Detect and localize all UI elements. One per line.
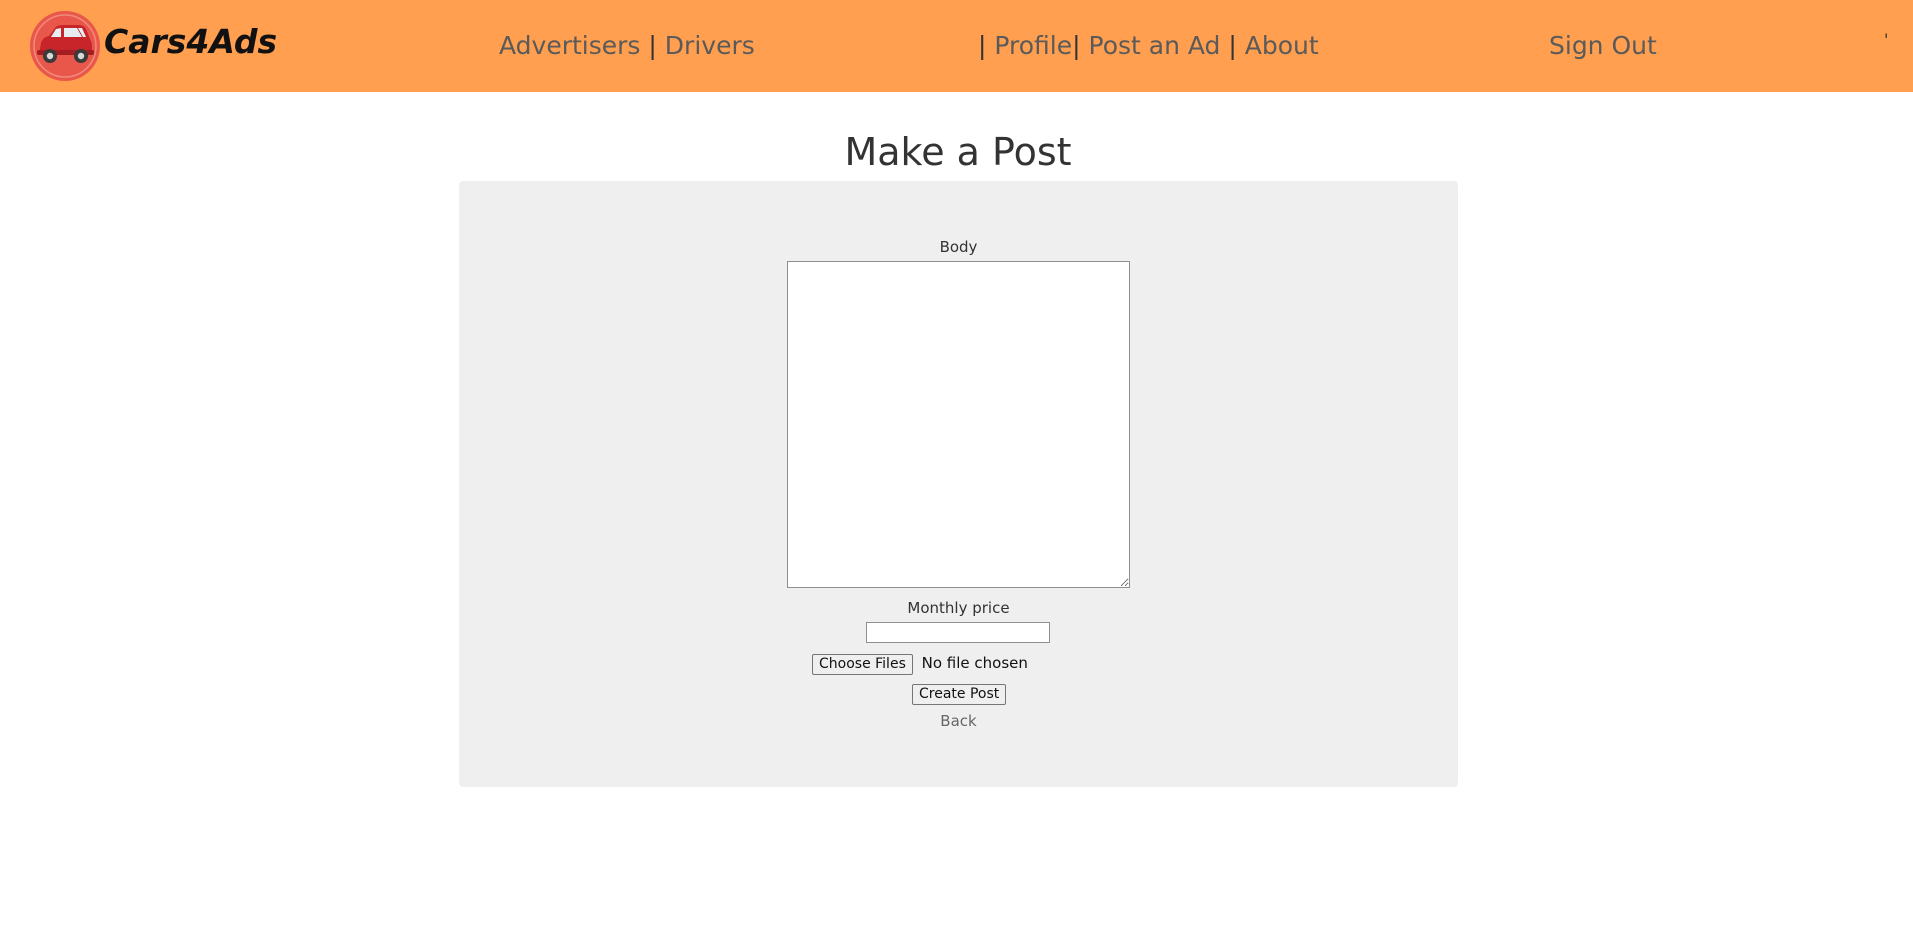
file-upload: Choose Files No file chosen	[812, 654, 1028, 676]
nav-group-account: Sign Out	[1549, 30, 1657, 62]
nav-link-post-an-ad[interactable]: Post an Ad	[1089, 31, 1221, 60]
nav-group-main: | Profile| Post an Ad | About	[978, 30, 1319, 62]
choose-files-button[interactable]: Choose Files	[812, 654, 913, 675]
top-navbar: Cars4Ads Advertisers | Drivers | Profile…	[0, 0, 1913, 92]
nav-link-about[interactable]: About	[1245, 31, 1319, 60]
nav-separator: |	[1072, 31, 1081, 60]
nav-group-roles: Advertisers | Drivers	[499, 30, 755, 62]
create-post-button[interactable]: Create Post	[912, 684, 1007, 705]
file-status-text: No file chosen	[921, 654, 1028, 672]
nav-separator: |	[978, 31, 987, 60]
red-car-logo-icon[interactable]	[29, 10, 101, 82]
nav-separator: |	[648, 31, 657, 60]
monthly-price-label: Monthly price	[907, 599, 1010, 617]
back-link[interactable]: Back	[940, 712, 976, 730]
body-textarea[interactable]	[787, 261, 1130, 588]
sign-out-link[interactable]: Sign Out	[1549, 31, 1657, 60]
back-link-row: Back	[459, 712, 1458, 730]
nav-separator: |	[1228, 31, 1237, 60]
body-label: Body	[939, 238, 978, 256]
nav-link-profile[interactable]: Profile	[994, 31, 1072, 60]
monthly-price-input[interactable]	[866, 622, 1050, 643]
nav-tick-mark: '	[1884, 30, 1889, 49]
nav-link-drivers[interactable]: Drivers	[665, 31, 755, 60]
page-title: Make a Post	[844, 130, 1072, 174]
nav-link-advertisers[interactable]: Advertisers	[499, 31, 640, 60]
post-form-card: Body Monthly price Choose Files No file …	[459, 181, 1458, 787]
brand-name[interactable]: Cars4Ads	[104, 22, 277, 62]
